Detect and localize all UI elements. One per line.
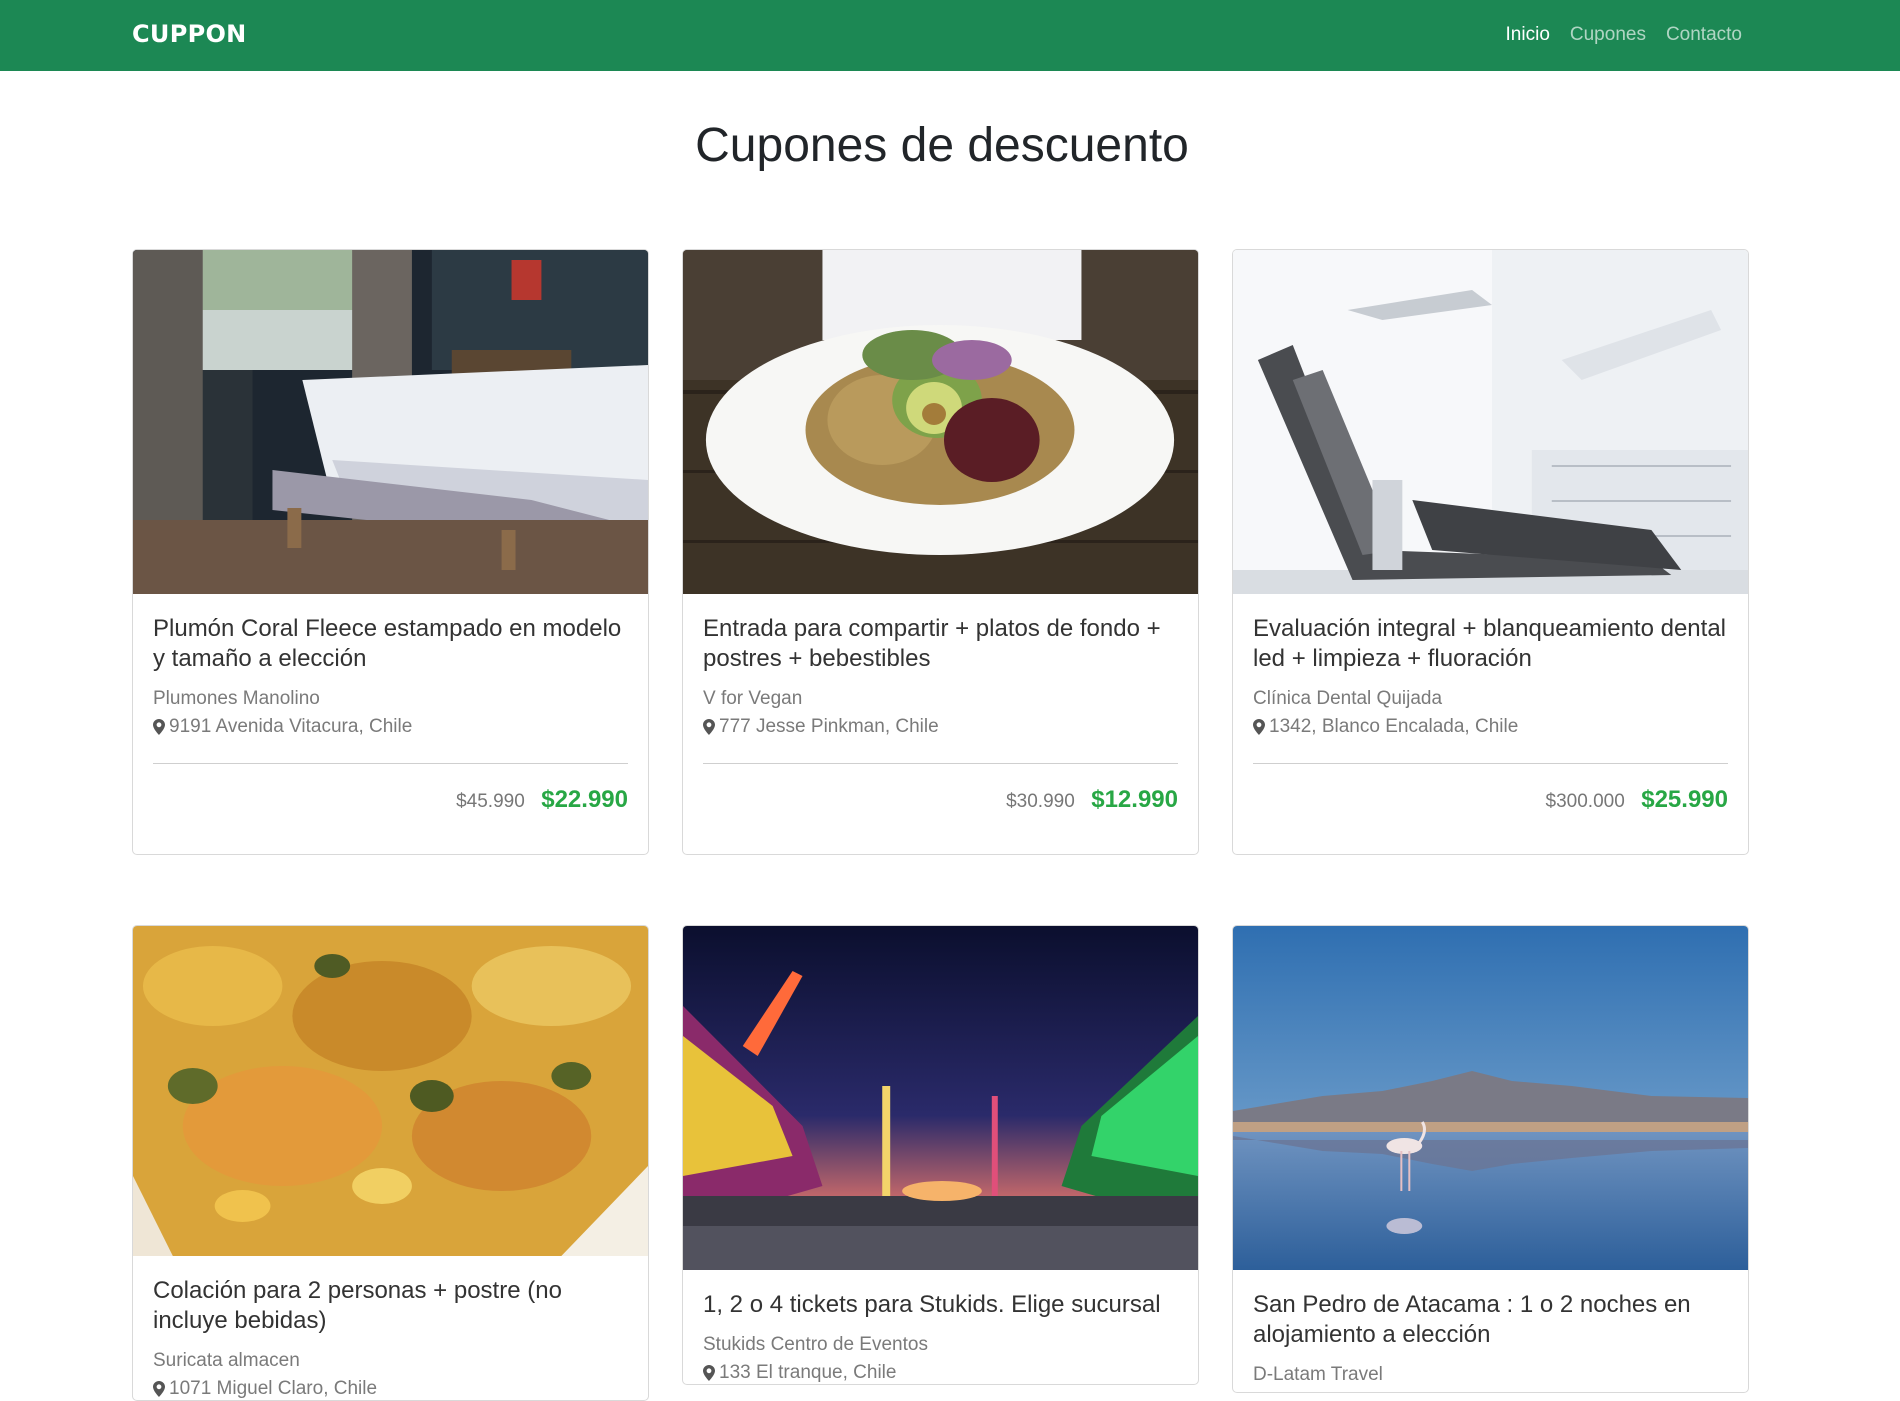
discount-price: $12.990 [1091,786,1178,813]
original-price: $30.990 [1006,791,1075,812]
coupon-title[interactable]: 1, 2 o 4 tickets para Stukids. Elige suc… [703,1290,1178,1320]
nav-link-cupones[interactable]: Cupones [1570,24,1646,46]
coupon-merchant: Plumones Manolino [153,688,320,709]
coupon-title[interactable]: San Pedro de Atacama : 1 o 2 noches en a… [1253,1290,1728,1350]
brand-logo[interactable]: CUPPON [132,20,247,48]
discount-price: $25.990 [1641,786,1728,813]
map-marker-icon [703,719,715,735]
coupon-location-text: 1342, Blanco Encalada, Chile [1269,716,1519,737]
coupon-merchant: Stukids Centro de Eventos [703,1334,928,1355]
coupon-location: 1342, Blanco Encalada, Chile [1253,716,1728,738]
coupon-image-food-bowl[interactable] [133,926,648,1256]
coupon-image-dental-chair[interactable] [1233,250,1748,594]
coupon-image-night-fair[interactable] [683,926,1198,1270]
coupon-merchant: Suricata almacen [153,1350,300,1371]
price-row: $45.990 $22.990 [153,786,628,854]
map-marker-icon [153,1381,165,1397]
coupon-title[interactable]: Entrada para compartir + platos de fondo… [703,614,1178,674]
coupon-location-text: 777 Jesse Pinkman, Chile [719,716,939,737]
original-price: $300.000 [1545,791,1625,812]
coupon-card[interactable]: 1, 2 o 4 tickets para Stukids. Elige suc… [682,925,1199,1385]
nav-links: Inicio Cupones Contacto [1506,24,1742,46]
coupon-location-text: 9191 Avenida Vitacura, Chile [169,716,413,737]
price-row: $300.000 $25.990 [1253,786,1728,854]
coupon-location: 1071 Miguel Claro, Chile [153,1378,628,1400]
coupon-card[interactable]: Evaluación integral + blanqueamiento den… [1232,249,1749,855]
price-row: $30.990 $12.990 [703,786,1178,854]
card-divider [1253,763,1728,764]
card-divider [153,763,628,764]
coupon-merchant: V for Vegan [703,688,803,709]
coupon-image-food-plate[interactable] [683,250,1198,594]
coupon-location: 9191 Avenida Vitacura, Chile [153,716,628,738]
coupon-title[interactable]: Colación para 2 personas + postre (no in… [153,1276,628,1336]
coupon-location: 777 Jesse Pinkman, Chile [703,716,1178,738]
coupon-card[interactable]: Entrada para compartir + platos de fondo… [682,249,1199,855]
coupon-merchant: Clínica Dental Quijada [1253,688,1443,709]
map-marker-icon [1253,719,1265,735]
card-divider [703,763,1178,764]
coupon-card[interactable]: San Pedro de Atacama : 1 o 2 noches en a… [1232,925,1749,1393]
navbar: CUPPON Inicio Cupones Contacto [0,0,1900,71]
original-price: $45.990 [456,791,525,812]
coupon-image-atacama-lake[interactable] [1233,926,1748,1270]
coupon-card[interactable]: Colación para 2 personas + postre (no in… [132,925,649,1401]
page-title: Cupones de descuento [695,119,1189,172]
coupon-title[interactable]: Plumón Coral Fleece estampado en modelo … [153,614,628,674]
map-marker-icon [703,1365,715,1381]
coupon-title[interactable]: Evaluación integral + blanqueamiento den… [1253,614,1728,674]
nav-link-contacto[interactable]: Contacto [1666,24,1742,46]
coupon-location-text: 1071 Miguel Claro, Chile [169,1378,378,1399]
coupon-image-bedroom[interactable] [133,250,648,594]
nav-link-inicio[interactable]: Inicio [1506,24,1550,46]
map-marker-icon [153,719,165,735]
coupon-card[interactable]: Plumón Coral Fleece estampado en modelo … [132,249,649,855]
coupon-location: 133 El tranque, Chile [703,1362,1178,1384]
discount-price: $22.990 [541,786,628,813]
coupon-merchant: D-Latam Travel [1253,1364,1383,1385]
coupon-location-text: 133 El tranque, Chile [719,1362,897,1383]
